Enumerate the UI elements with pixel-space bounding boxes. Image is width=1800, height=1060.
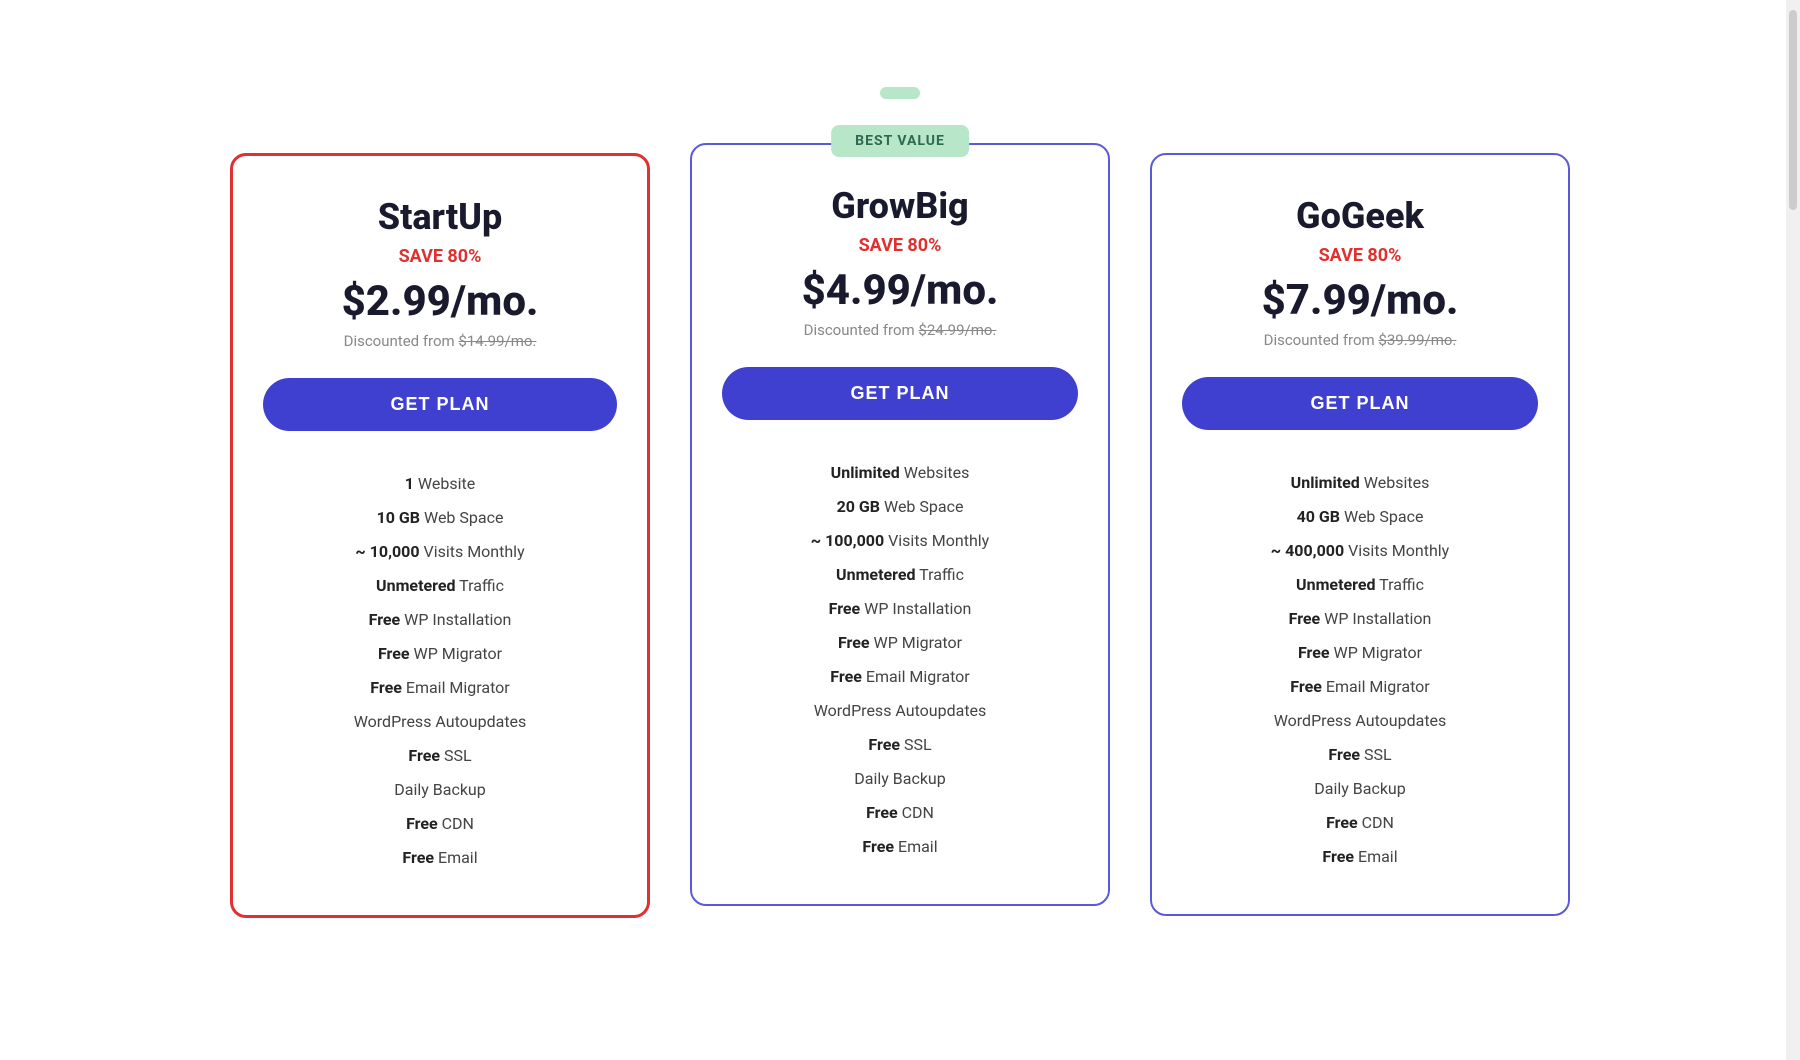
get-plan-button[interactable]: GET PLAN: [722, 367, 1078, 420]
free-transfer-badge: [880, 87, 920, 99]
original-price: Discounted from $39.99/mo.: [1182, 331, 1538, 349]
plan-price: $2.99/mo.: [263, 277, 617, 326]
feature-item: Free SSL: [722, 728, 1078, 762]
original-price: Discounted from $14.99/mo.: [263, 332, 617, 350]
feature-item: Free WP Installation: [722, 592, 1078, 626]
feature-item: Free WP Migrator: [1182, 636, 1538, 670]
feature-item: Daily Backup: [263, 773, 617, 807]
feature-item: Free WP Installation: [263, 603, 617, 637]
feature-item: Unmetered Traffic: [263, 569, 617, 603]
feature-item: Free Email Migrator: [263, 671, 617, 705]
best-value-badge: BEST VALUE: [831, 125, 969, 157]
plan-price: $4.99/mo.: [722, 266, 1078, 315]
feature-item: Free CDN: [722, 796, 1078, 830]
feature-item: Unmetered Traffic: [722, 558, 1078, 592]
save-label: SAVE 80%: [1182, 245, 1538, 266]
plan-price: $7.99/mo.: [1182, 276, 1538, 325]
feature-item: WordPress Autoupdates: [722, 694, 1078, 728]
feature-item: Daily Backup: [722, 762, 1078, 796]
scrollbar[interactable]: [1786, 0, 1800, 1060]
get-plan-button[interactable]: GET PLAN: [1182, 377, 1538, 430]
save-label: SAVE 80%: [722, 235, 1078, 256]
feature-item: Daily Backup: [1182, 772, 1538, 806]
plan-name: StartUp: [263, 196, 617, 238]
original-price: Discounted from $24.99/mo.: [722, 321, 1078, 339]
feature-item: 40 GB Web Space: [1182, 500, 1538, 534]
plan-name: GoGeek: [1182, 195, 1538, 237]
feature-item: Free Email: [722, 830, 1078, 864]
feature-item: Free Email Migrator: [722, 660, 1078, 694]
plan-card-gogeek: GoGeek SAVE 80% $7.99/mo. Discounted fro…: [1150, 153, 1570, 916]
save-label: SAVE 80%: [263, 246, 617, 267]
feature-item: Free WP Migrator: [263, 637, 617, 671]
feature-item: Free WP Installation: [1182, 602, 1538, 636]
feature-item: 10 GB Web Space: [263, 501, 617, 535]
feature-item: 1 Website: [263, 467, 617, 501]
feature-item: Free Email: [263, 841, 617, 875]
feature-item: Free CDN: [1182, 806, 1538, 840]
get-plan-button[interactable]: GET PLAN: [263, 378, 617, 431]
feature-item: Free CDN: [263, 807, 617, 841]
plan-name: GrowBig: [722, 185, 1078, 227]
plan-card-startup: StartUp SAVE 80% $2.99/mo. Discounted fr…: [230, 153, 650, 918]
plan-card-growbig: BEST VALUE GrowBig SAVE 80% $4.99/mo. Di…: [690, 143, 1110, 906]
feature-item: Unlimited Websites: [722, 456, 1078, 490]
feature-item: 20 GB Web Space: [722, 490, 1078, 524]
feature-item: Unmetered Traffic: [1182, 568, 1538, 602]
feature-item: Free WP Migrator: [722, 626, 1078, 660]
plans-container: StartUp SAVE 80% $2.99/mo. Discounted fr…: [220, 153, 1580, 918]
feature-item: Free Email: [1182, 840, 1538, 874]
feature-item: Free SSL: [263, 739, 617, 773]
features-list: Unlimited Websites40 GB Web Space~ 400,0…: [1182, 466, 1538, 874]
page-wrapper: StartUp SAVE 80% $2.99/mo. Discounted fr…: [180, 0, 1620, 958]
feature-item: ~ 10,000 Visits Monthly: [263, 535, 617, 569]
features-list: Unlimited Websites20 GB Web Space~ 100,0…: [722, 456, 1078, 864]
feature-item: WordPress Autoupdates: [263, 705, 617, 739]
scrollbar-thumb[interactable]: [1789, 10, 1797, 210]
feature-item: Free Email Migrator: [1182, 670, 1538, 704]
features-list: 1 Website10 GB Web Space~ 10,000 Visits …: [263, 467, 617, 875]
feature-item: Unlimited Websites: [1182, 466, 1538, 500]
feature-item: ~ 100,000 Visits Monthly: [722, 524, 1078, 558]
badge-row: [220, 84, 1580, 103]
feature-item: Free SSL: [1182, 738, 1538, 772]
feature-item: WordPress Autoupdates: [1182, 704, 1538, 738]
feature-item: ~ 400,000 Visits Monthly: [1182, 534, 1538, 568]
